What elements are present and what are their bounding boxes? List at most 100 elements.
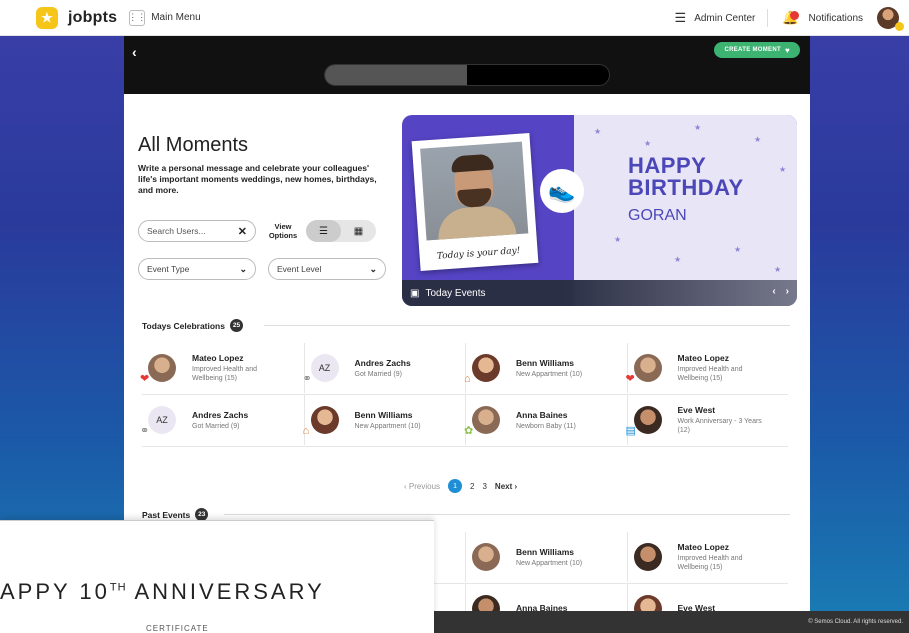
list-view-icon[interactable]: ☰ — [306, 220, 341, 242]
search-placeholder: Search Users... — [147, 226, 206, 236]
notifications-link[interactable]: Notifications — [809, 13, 863, 24]
pagination: ‹ Previous 1 2 3 Next › — [404, 479, 517, 493]
birthday-photo: Today is your day! — [411, 133, 539, 271]
portrait — [420, 141, 529, 241]
previous-page-link[interactable]: ‹ Previous — [404, 482, 440, 491]
progress-bar — [324, 64, 610, 86]
next-page-link[interactable]: Next › — [495, 482, 517, 491]
divider — [264, 325, 790, 326]
celebration-card[interactable]: ▤ Eve West Work Anniversary - 3 Years (12) — [626, 395, 789, 445]
view-options-label: View Options — [268, 222, 298, 240]
page-1-button[interactable]: 1 — [448, 479, 463, 493]
certificate-title-post: ANNIVERSARY — [126, 579, 325, 604]
chevron-left-icon[interactable]: ‹ — [772, 286, 775, 297]
row-divider — [142, 446, 788, 447]
avatar: ⌂ — [464, 354, 500, 385]
banner-name: GORAN — [628, 207, 687, 224]
card-info: Benn Williams New Appartment (10) — [516, 547, 606, 568]
divider — [224, 514, 790, 515]
card-info: Benn Williams New Appartment (10) — [516, 358, 606, 379]
birthday-banner[interactable]: ★ ★ ★ ★ ★ ★ ★ ★ ★ Today is your day! 👟 H… — [402, 115, 797, 306]
star-icon: ★ — [644, 139, 652, 148]
progress-fill — [325, 65, 467, 85]
celebration-card[interactable]: Benn Williams New Appartment (10) — [465, 532, 627, 582]
person-name: Mateo Lopez — [677, 353, 729, 363]
celebration-card[interactable]: AZ ⚭ Andres Zachs Got Married (9) — [303, 343, 466, 393]
chevron-down-icon: ⌄ — [369, 263, 377, 274]
logo-icon[interactable]: ★ — [36, 6, 58, 29]
today-events-label: Today Events — [425, 287, 486, 299]
event-description: Newborn Baby (11) — [516, 422, 576, 430]
footer: © Semos Cloud. All rights reserved. — [432, 611, 909, 633]
today-events-bar: ▣ Today Events ‹ › — [402, 280, 797, 306]
heart-icon: ❤ — [625, 373, 635, 385]
event-description: Got Married (9) — [354, 370, 402, 378]
admin-center-link[interactable]: Admin Center — [694, 13, 755, 24]
person-name: Mateo Lopez — [192, 353, 244, 363]
search-input[interactable]: Search Users... ✕ — [138, 220, 256, 242]
person-name: Andres Zachs — [192, 409, 249, 420]
avatar: ⌂ — [303, 406, 339, 437]
calendar-view-icon[interactable]: ▦ — [341, 220, 376, 242]
bell-icon[interactable]: 🔔 — [782, 10, 800, 26]
moment-header: ‹ CREATE MOMENT ♥ — [124, 36, 810, 94]
house-icon: ⌂ — [302, 425, 310, 437]
event-description: Improved Health and Wellbeing (15) — [192, 366, 257, 382]
grid-icon[interactable]: ⋮⋮ — [128, 9, 146, 26]
avatar — [472, 543, 500, 571]
card-row: ❤ Mateo Lopez Improved Health and Wellbein… — [140, 343, 789, 393]
clear-icon[interactable]: ✕ — [238, 225, 247, 238]
event-description: New Appartment (10) — [516, 370, 583, 378]
copyright-text: © Semos Cloud. All rights reserved. — [808, 619, 903, 625]
top-right-actions: ☰ Admin Center 🔔 Notifications — [675, 0, 904, 36]
briefcase-icon: ▤ — [625, 425, 636, 437]
certificate-subtitle: CERTIFICATE — [146, 624, 209, 633]
create-moment-button[interactable]: CREATE MOMENT ♥ — [714, 42, 800, 58]
event-level-select[interactable]: Event Level ⌄ — [268, 258, 386, 280]
page-2-button[interactable]: 2 — [470, 482, 474, 491]
celebration-card[interactable]: Mateo Lopez Improved Health and Wellbeing… — [626, 532, 789, 582]
rings-icon: ⚭ — [302, 373, 312, 385]
chevron-right-icon[interactable]: › — [786, 286, 789, 297]
avatar[interactable] — [877, 7, 904, 31]
card-info: Mateo Lopez Improved Health and Wellbeing… — [192, 353, 282, 383]
celebration-card[interactable]: ⌂ Benn Williams New Appartment (10) — [464, 343, 627, 393]
person-name: Anna Baines — [516, 409, 568, 420]
avatar: ❤ — [626, 354, 662, 385]
sliders-icon[interactable]: ☰ — [675, 10, 687, 26]
celebration-card[interactable]: AZ ⚭ Andres Zachs Got Married (9) — [140, 395, 304, 445]
heart-icon: ♥ — [784, 45, 790, 55]
previous-label: Previous — [408, 481, 441, 491]
celebration-card[interactable]: ❤ Mateo Lopez Improved Health and Wellbein… — [140, 343, 304, 393]
avatar: ▤ — [626, 406, 662, 437]
portrait-jacket — [436, 204, 518, 241]
person-name: Mateo Lopez — [677, 542, 729, 552]
avatar: AZ ⚭ — [303, 354, 339, 385]
celebration-card[interactable]: ✿ Anna Baines Newborn Baby (11) — [464, 395, 627, 445]
person-name: Benn Williams — [516, 357, 575, 368]
star-icon: ★ — [694, 123, 702, 132]
star-icon: ★ — [779, 165, 787, 174]
create-moment-label: CREATE MOMENT — [724, 47, 781, 53]
house-icon: ⌂ — [464, 373, 471, 385]
avatar: ✿ — [464, 406, 500, 437]
star-icon: ★ — [774, 265, 782, 274]
main-menu-link[interactable]: Main Menu — [151, 12, 200, 23]
todays-celebrations-label: Todays Celebrations — [142, 320, 225, 331]
event-description: Improved Health and Wellbeing (15) — [677, 366, 743, 382]
event-level-value: Event Level — [277, 264, 322, 274]
photo-caption: Today is your day! — [436, 245, 521, 262]
back-arrow-icon[interactable]: ‹ — [132, 44, 137, 60]
page-subtitle: Write a personal message and celebrate y… — [138, 163, 377, 195]
banner-birthday: BIRTHDAY — [628, 175, 744, 200]
event-type-select[interactable]: Event Type ⌄ — [138, 258, 256, 280]
brand-name[interactable]: jobpts — [68, 9, 117, 27]
celebration-card[interactable]: ⌂ Benn Williams New Appartment (10) — [303, 395, 466, 445]
certificate-title: APPY 10TH ANNIVERSARY — [0, 579, 325, 605]
divider — [767, 9, 769, 27]
avatar: AZ ⚭ — [140, 406, 176, 437]
celebration-card[interactable]: ❤ Mateo Lopez Improved Health and Wellbein… — [626, 343, 789, 393]
card-info: Mateo Lopez Improved Health and Wellbeing… — [678, 353, 768, 383]
page-3-button[interactable]: 3 — [482, 482, 486, 491]
view-toggle: ☰ ▦ — [306, 220, 376, 242]
